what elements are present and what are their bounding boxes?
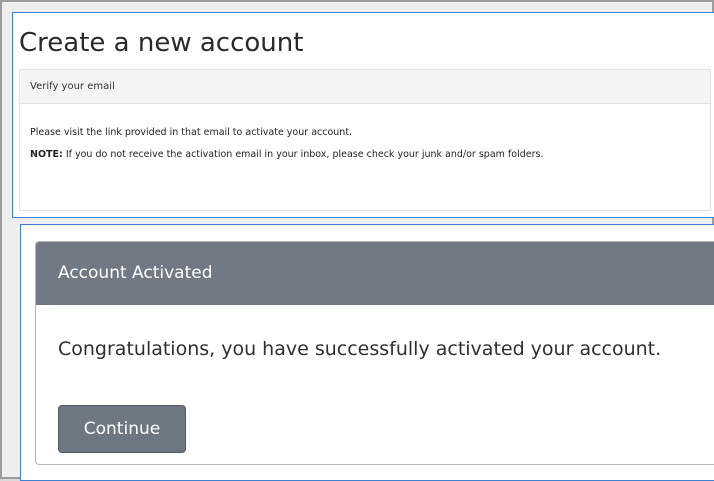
activation-instruction: Please visit the link provided in that e… (30, 127, 353, 138)
verify-email-header: Verify your email (20, 70, 710, 104)
screenshot-frame: Create a new account Verify your email P… (0, 0, 714, 481)
account-activated-card: Account Activated Congratulations, you h… (35, 241, 714, 465)
account-activated-panel: Account Activated Congratulations, you h… (20, 224, 714, 481)
create-account-panel: Create a new account Verify your email P… (12, 12, 714, 218)
note-label: NOTE: (30, 149, 63, 160)
account-activated-header: Account Activated (36, 242, 714, 305)
verify-email-box: Verify your email Please visit the link … (19, 69, 711, 211)
spam-note: NOTE: If you do not receive the activati… (30, 148, 543, 162)
activation-success-message: Congratulations, you have successfully a… (58, 338, 662, 360)
continue-button[interactable]: Continue (58, 405, 186, 453)
page-title: Create a new account (19, 28, 304, 58)
note-text: If you do not receive the activation ema… (62, 149, 544, 160)
